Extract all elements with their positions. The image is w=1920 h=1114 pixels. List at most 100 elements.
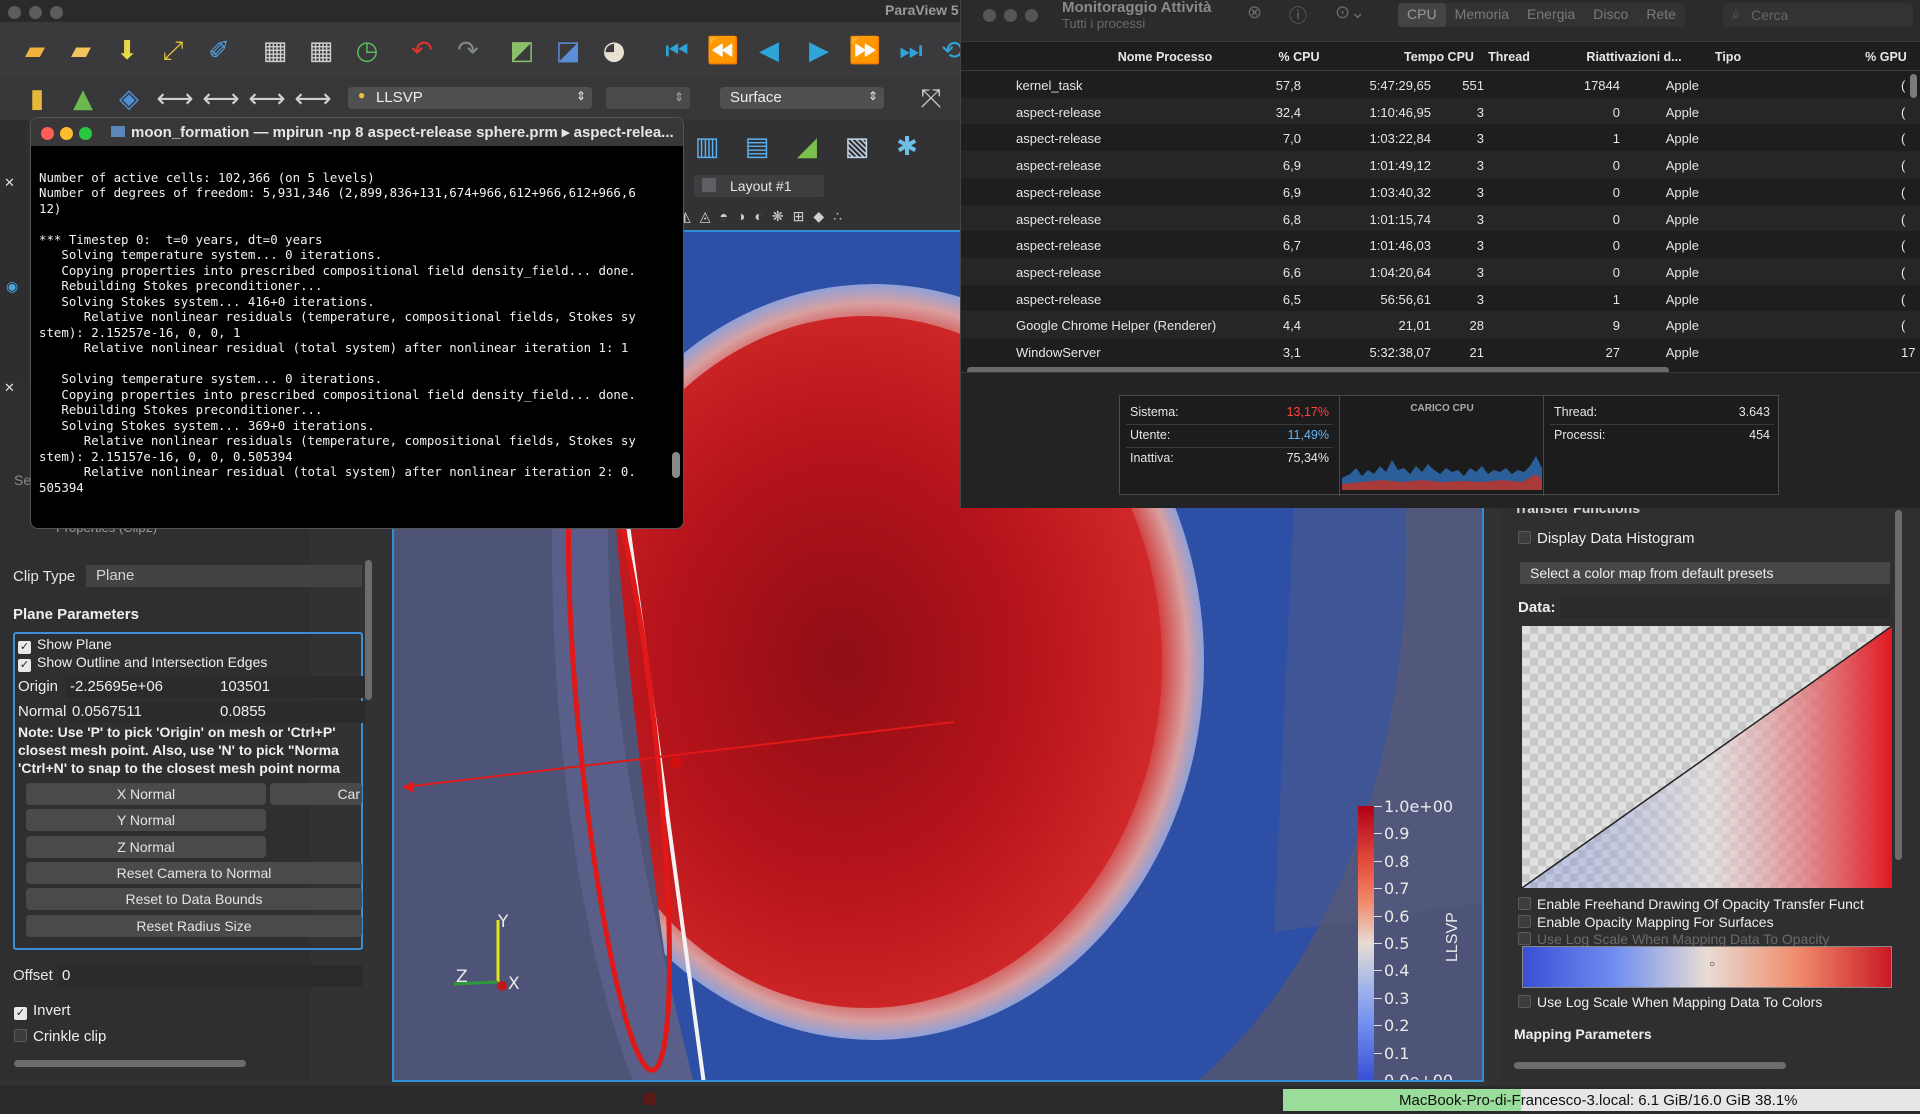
python-shell-icon[interactable]: ▦ [304,34,338,68]
stream-icon[interactable]: ▧ [840,130,874,164]
table-row[interactable]: WindowServer 3,1 5:32:38,07 21 27 Apple 17 [961,338,1920,361]
table-row[interactable]: Google Chrome Helper (Renderer) 4,4 21,01 2… [961,311,1920,339]
reset-camera-normal-button[interactable]: Reset Camera to Normal [26,862,362,884]
reset-camera-icon[interactable]: ⤧ [914,82,948,116]
play-icon[interactable]: ▶ [802,34,836,68]
edit-colormap-icon[interactable]: ▲ [66,82,100,116]
properties-scrollbar[interactable] [14,1060,246,1067]
show-plane-checkbox[interactable]: ✓ Show Plane [18,636,112,654]
table-row[interactable]: aspect-release 6,9 1:03:40,32 3 0 Apple ( [961,177,1920,205]
status-stop-icon[interactable] [643,1093,655,1105]
color-panel-scrollbar[interactable] [1514,1062,1786,1069]
info-icon[interactable]: ⓘ [1289,2,1307,28]
z-normal-button[interactable]: Z Normal [26,836,266,858]
component-combo[interactable]: ⇕ [606,87,690,109]
reset-data-bounds-button[interactable]: Reset to Data Bounds [26,888,362,910]
activity-window-controls[interactable] [983,7,1046,25]
properties-close-icon[interactable]: ✕ [4,380,15,396]
tab-cpu[interactable]: CPU [1398,3,1446,27]
timer-icon[interactable]: ◷ [350,34,384,68]
table-row[interactable]: aspect-release 7,0 1:03:22,84 3 1 Apple ( [961,124,1920,152]
camera-normal-button[interactable]: Car [270,783,362,805]
terminal-window-controls[interactable] [41,125,100,143]
more-options-icon[interactable]: ⊙⌄ [1335,2,1365,23]
camera-undo-icon[interactable]: ◩ [505,34,539,68]
freehand-checkbox[interactable]: Enable Freehand Drawing Of Opacity Trans… [1518,896,1864,912]
column-header[interactable]: % GPU [1856,50,1916,64]
save-data-icon[interactable]: ⬇ [110,34,144,68]
column-header[interactable]: Nome Processo [1080,50,1250,64]
y-normal-button[interactable]: Y Normal [26,809,266,831]
source-combo[interactable]: ● LLSVP ⇕ [348,87,592,109]
log-opacity-checkbox[interactable]: Use Log Scale When Mapping Data To Opaci… [1518,931,1829,947]
color-transfer-editor[interactable]: ○ [1522,946,1892,988]
select-preset-button[interactable]: Select a color map from default presets [1520,562,1890,584]
last-frame-icon[interactable]: ⏭ [894,34,928,68]
terminal-output[interactable]: Number of active cells: 102,366 (on 5 le… [39,154,669,524]
column-header[interactable]: Tipo [1698,50,1758,64]
first-frame-icon[interactable]: ⏮ [660,34,694,68]
normal-y-field[interactable]: 0.0855 [216,701,366,723]
table-row[interactable]: aspect-release 6,6 1:04:20,64 3 0 Apple ( [961,257,1920,285]
layout-tab[interactable]: Layout #1 [694,175,824,197]
column-header[interactable]: Thread [1479,50,1539,64]
origin-y-field[interactable]: 103501 [216,676,366,698]
reset-radius-button[interactable]: Reset Radius Size [26,915,362,937]
rescale-time-icon[interactable]: ⟷ [248,82,285,116]
color-panel-vscrollbar[interactable] [1895,510,1902,860]
table-row[interactable]: aspect-release 6,9 1:01:49,12 3 0 Apple ( [961,151,1920,179]
pipeline-close-icon[interactable]: ✕ [4,175,15,191]
table-row[interactable]: kernel_task 57,8 5:47:29,65 551 17844 Apple( [961,71,1920,98]
search-field[interactable]: ⌕ Cerca [1723,3,1913,27]
normal-x-field[interactable]: 0.0567511 [68,701,216,723]
opacity-mapping-checkbox[interactable]: Enable Opacity Mapping For Surfaces [1518,914,1774,930]
representation-combo[interactable]: Surface ⇕ [720,87,884,109]
column-header[interactable]: Riattivazioni d... [1579,50,1689,64]
table-row[interactable]: aspect-release 6,8 1:01:15,74 3 0 Apple ( [961,204,1920,232]
histogram-icon[interactable]: ▥ [690,130,724,164]
play-backward-icon[interactable]: ◀ [752,34,786,68]
clip-type-combo[interactable]: Plane [86,565,362,587]
offset-field[interactable]: 0 [58,965,362,987]
rescale-over-time-icon[interactable]: ⟷ [294,82,331,116]
table-row[interactable]: aspect-release 32,4 1:10:46,95 3 0 Apple ( [961,97,1920,125]
visibility-eye-icon[interactable]: ◉ [6,278,18,295]
table-row[interactable]: aspect-release 6,7 1:01:46,03 3 0 Apple ( [961,231,1920,259]
tab-memoria[interactable]: Memoria [1446,3,1518,27]
properties-vscrollbar[interactable] [365,560,372,700]
terminal-scrollbar[interactable] [672,452,680,478]
stop-process-icon[interactable]: ⊗ [1247,2,1262,23]
x-normal-button[interactable]: X Normal [26,783,266,805]
plot-over-line-icon[interactable]: ▤ [740,130,774,164]
color-legend-icon[interactable]: ▮ [20,82,54,116]
invert-checkbox[interactable]: ✓ Invert [14,1002,71,1020]
undo-icon[interactable]: ↶ [405,34,439,68]
color-palette-icon[interactable]: ◕ [597,34,631,68]
split-view-icon[interactable]: ✱ [890,130,924,164]
rescale-visible-icon[interactable]: ⟷ [202,82,239,116]
display-histogram-checkbox[interactable]: Display Data Histogram [1518,530,1695,547]
camera-redo-icon[interactable]: ◪ [551,34,585,68]
origin-x-field[interactable]: -2.25695e+06 [66,676,216,698]
table-vscrollbar[interactable] [1910,74,1917,98]
rescale-range-icon[interactable]: ◈ [112,82,146,116]
open-folder-icon[interactable]: ▰ [18,34,52,68]
tab-energia[interactable]: Energia [1518,3,1584,27]
tab-disco[interactable]: Disco [1584,3,1637,27]
data-field[interactable] [1560,596,1890,618]
macro-icon[interactable]: ▦ [258,34,292,68]
tab-rete[interactable]: Rete [1637,3,1685,27]
redo-icon[interactable]: ↷ [451,34,485,68]
next-frame-icon[interactable]: ⏩ [848,34,882,68]
table-row[interactable]: aspect-release 6,5 56:56,61 3 1 Apple ( [961,284,1920,312]
rescale-custom-icon[interactable]: ⟷ [156,82,193,116]
view-interaction-icons[interactable]: ◭◬◓◑◐❋⊞◆∴ [680,208,851,225]
column-header[interactable]: % CPU [1259,50,1339,64]
connect-icon[interactable]: ⤢ [156,34,190,68]
opacity-editor[interactable] [1522,626,1892,888]
previous-frame-icon[interactable]: ⏪ [706,34,740,68]
glyph-icon[interactable]: ◢ [790,130,824,164]
log-colors-checkbox[interactable]: Use Log Scale When Mapping Data To Color… [1518,994,1822,1010]
window-controls[interactable] [8,4,71,22]
show-outline-checkbox[interactable]: ✓ Show Outline and Intersection Edges [18,654,267,672]
